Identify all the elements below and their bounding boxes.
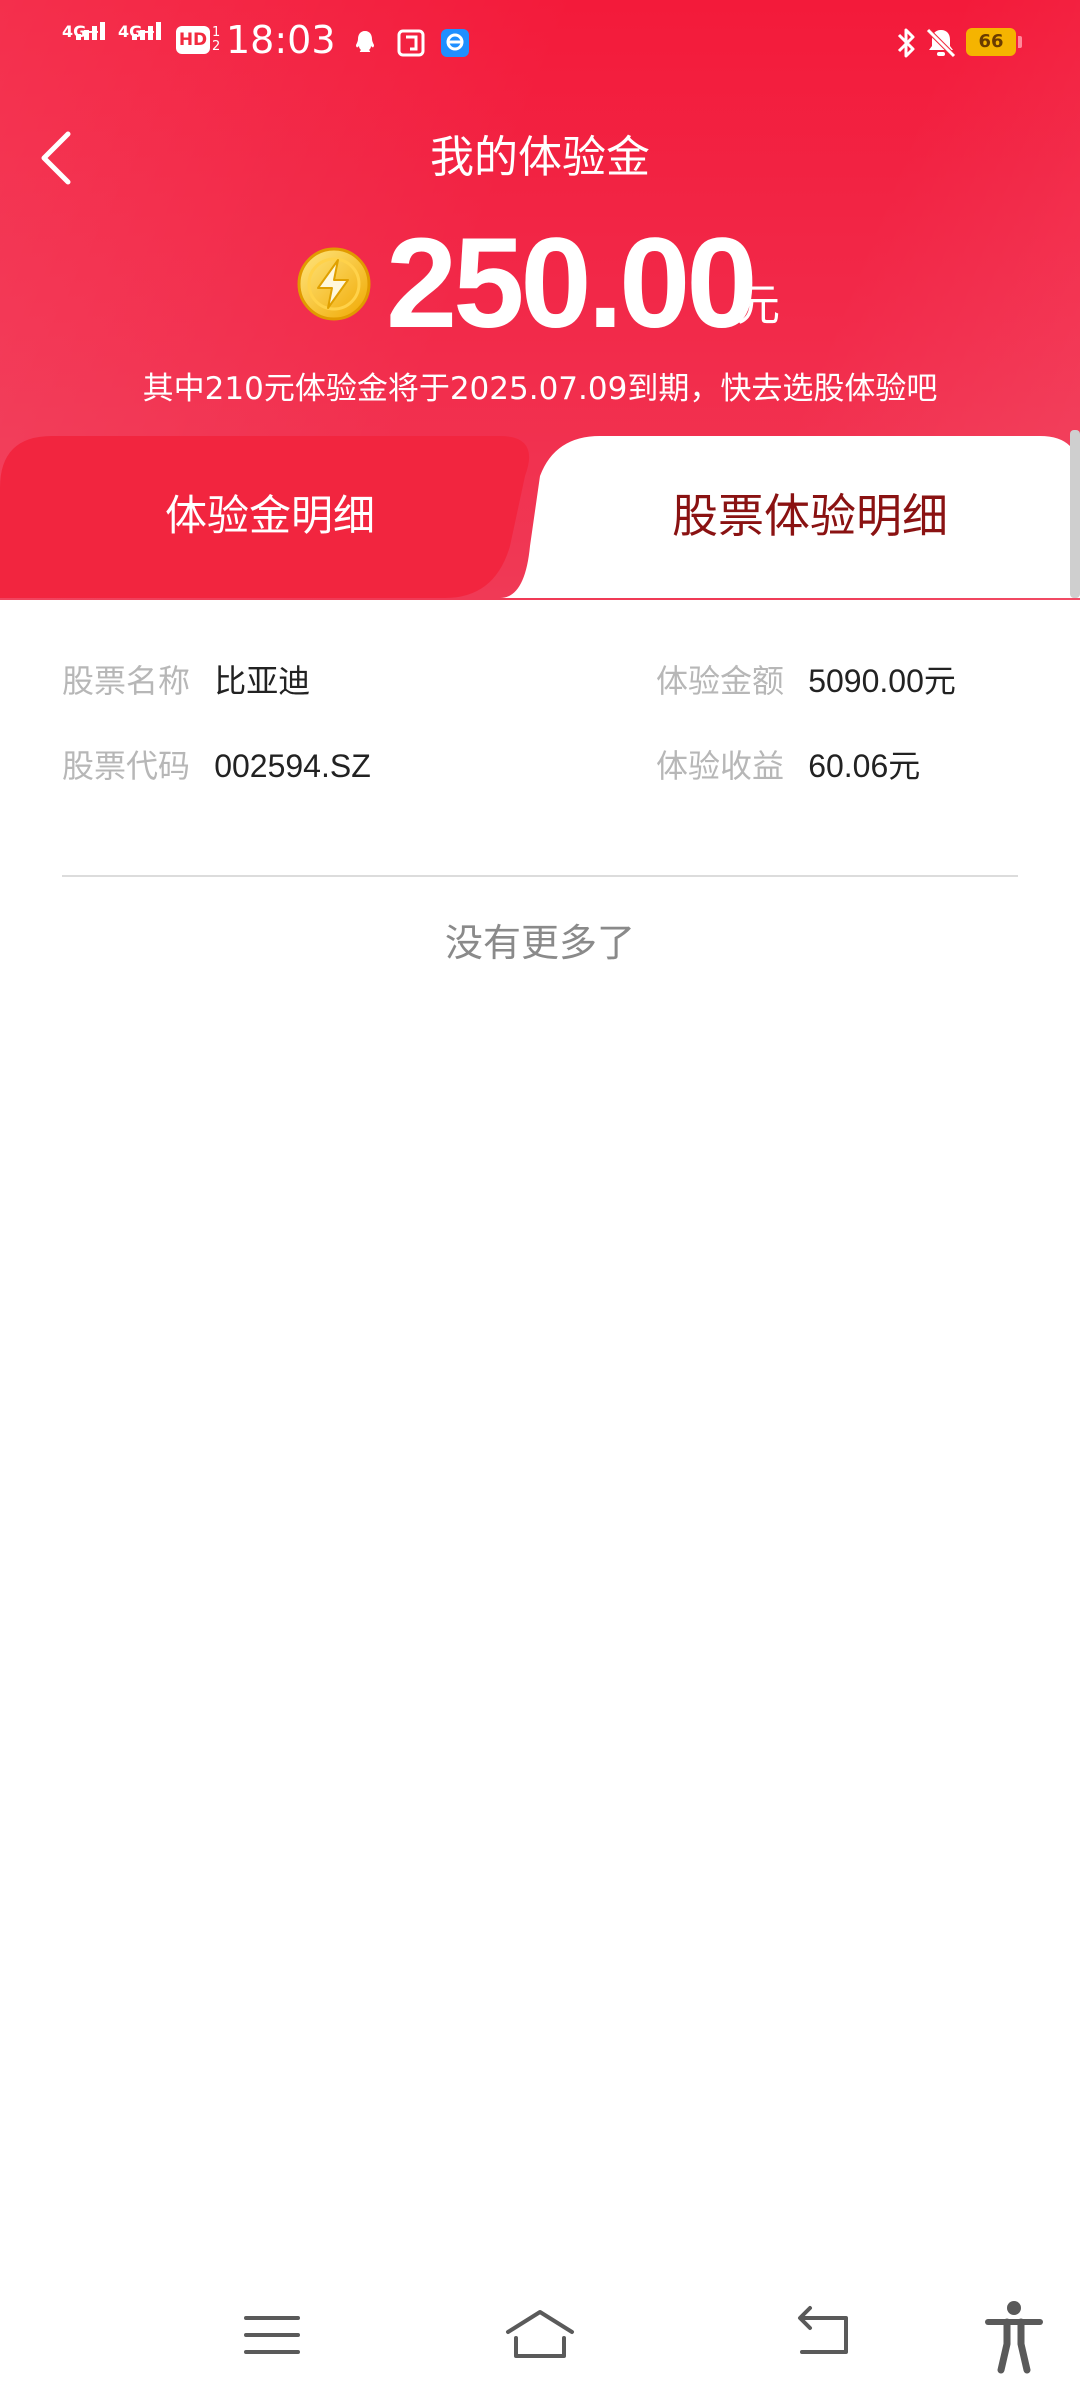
experience-amount-label: 体验金额: [656, 662, 785, 700]
home-icon: [506, 2310, 574, 2358]
page-title: 我的体验金: [430, 132, 650, 183]
stock-code-label: 股票代码: [62, 747, 191, 785]
system-nav-bar: [0, 2290, 1080, 2400]
divider: [62, 875, 1018, 877]
lightning-coin-icon: [297, 247, 371, 321]
menu-icon: [244, 2316, 300, 2354]
experience-amount-value: 5090.00元: [808, 663, 956, 699]
balance-unit: 元: [736, 280, 780, 331]
hd-sub-label: 1 2: [212, 26, 220, 54]
nav-home-button[interactable]: [490, 2290, 590, 2380]
qq-icon: [356, 31, 374, 52]
experience-income-row: 体验收益 60.06元: [656, 741, 920, 791]
stock-name-row: 股票名称 比亚迪: [62, 656, 310, 706]
tab-stock-experience-detail[interactable]: 股票体验明细: [540, 486, 1080, 546]
tab-experience-fund-detail[interactable]: 体验金明细: [0, 486, 540, 546]
nav-back-button[interactable]: [780, 2290, 880, 2380]
tab-bar: 体验金明细 股票体验明细: [0, 436, 1080, 598]
balance-amount: 250.00: [386, 212, 757, 355]
scrollbar[interactable]: [1070, 430, 1080, 598]
nav-accessibility-button[interactable]: [964, 2290, 1064, 2380]
back-arrow-icon: [798, 2306, 848, 2354]
nav-menu-button[interactable]: [230, 2290, 330, 2380]
experience-income-value: 60.06元: [808, 748, 921, 784]
stock-code-row: 股票代码 002594.SZ: [62, 741, 371, 791]
experience-income-label: 体验收益: [656, 747, 785, 785]
stock-name-label: 股票名称: [62, 662, 191, 700]
status-time: 18:03: [226, 18, 336, 62]
status-bar: 4G+ 4G+ HD 1 2 18:03 66: [0, 0, 1080, 90]
hd-sub-1: 1: [212, 25, 221, 40]
app-icon: [397, 29, 425, 57]
stock-name-value: 比亚迪: [214, 662, 311, 700]
experience-amount-row: 体验金额 5090.00元: [656, 656, 956, 706]
bluetooth-icon: [897, 28, 915, 58]
battery-tip: [1018, 36, 1022, 48]
bell-muted-icon: [926, 28, 956, 58]
browser-app-icon: [441, 29, 469, 57]
expiry-notice: 其中210元体验金将于2025.07.09到期，快去选股体验吧: [142, 371, 938, 407]
battery-icon: 66: [966, 28, 1016, 56]
hd-sub-2: 2: [212, 39, 221, 54]
hd-icon: HD: [176, 26, 210, 54]
stock-code-value: 002594.SZ: [214, 748, 371, 784]
accessibility-icon: [985, 2301, 1043, 2374]
no-more-text: 没有更多了: [444, 921, 635, 965]
